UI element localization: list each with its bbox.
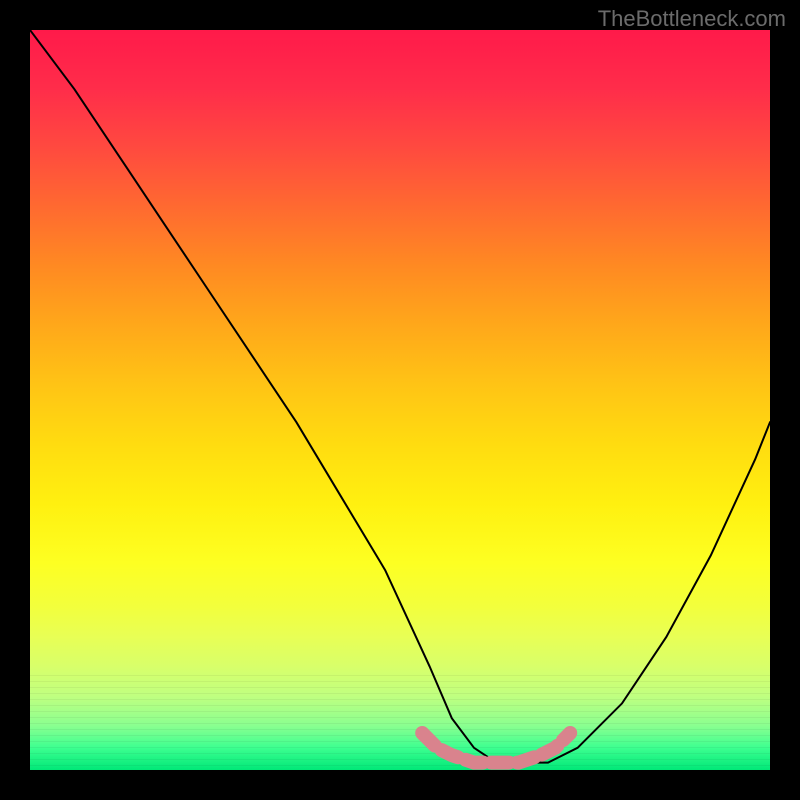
watermark-text: TheBottleneck.com (598, 6, 786, 32)
chart-svg (30, 30, 770, 770)
bottleneck-curve-path (30, 30, 770, 763)
plot-area (30, 30, 770, 770)
minimum-highlight-path (422, 733, 570, 763)
